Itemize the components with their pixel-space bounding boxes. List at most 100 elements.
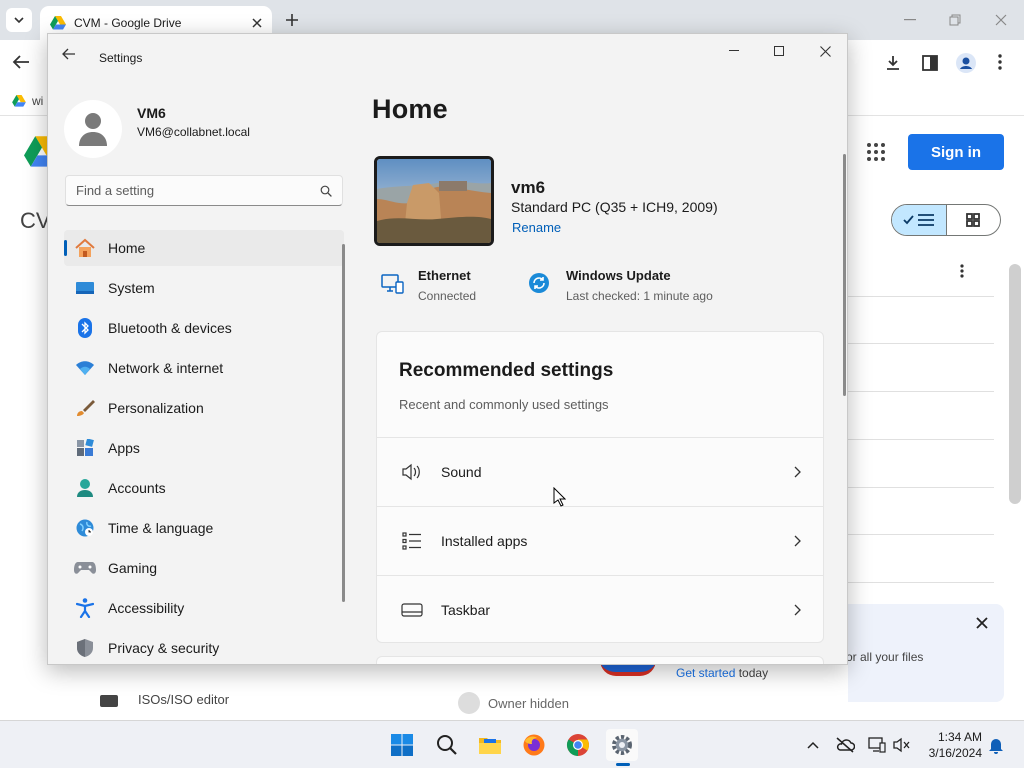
- close-tab-icon[interactable]: [252, 18, 262, 28]
- check-list-icon: [903, 214, 934, 226]
- nav-item-label: Personalization: [108, 400, 204, 416]
- drive-folder-title: CV: [20, 208, 51, 233]
- maximize-button[interactable]: [767, 42, 791, 60]
- settings-window: Settings VM6 VM6@collabnet.local Find a …: [47, 33, 848, 665]
- nav-item-label: Gaming: [108, 560, 158, 576]
- user-email: VM6@collabnet.local: [137, 125, 250, 139]
- sign-in-button[interactable]: Sign in: [908, 134, 1004, 170]
- file-explorer-folder-icon: [479, 738, 501, 754]
- nav-item-network[interactable]: Network & internet: [64, 350, 344, 386]
- promo-cta: Get started today: [676, 666, 768, 680]
- back-arrow-icon[interactable]: [12, 54, 30, 70]
- bookmark-item[interactable]: wi: [12, 94, 43, 108]
- volume-muted-icon[interactable]: [892, 735, 912, 755]
- browser-restore-button[interactable]: [945, 10, 965, 30]
- onedrive-offline-icon[interactable]: [835, 735, 855, 755]
- find-setting-search-input[interactable]: Find a setting: [65, 175, 343, 206]
- settings-taskbar-button[interactable]: [606, 729, 638, 761]
- recommended-item-label: Taskbar: [441, 602, 491, 618]
- chevron-right-icon: [794, 466, 801, 478]
- firefox-button[interactable]: [518, 729, 550, 761]
- network-monitor-icon[interactable]: [867, 735, 887, 755]
- drive-file-row-name[interactable]: ISOs/ISO editor: [100, 692, 229, 707]
- chevron-down-icon: [14, 17, 24, 24]
- browser-menu-kebab-icon[interactable]: [998, 54, 1002, 70]
- chrome-button[interactable]: [562, 729, 594, 761]
- google-drive-favicon-icon: [50, 16, 66, 30]
- file-explorer-button[interactable]: [474, 729, 506, 761]
- bookmark-label: wi: [32, 94, 44, 108]
- google-apps-grid-icon[interactable]: [867, 143, 885, 161]
- recommended-item-sound[interactable]: Sound: [377, 437, 823, 506]
- notification-bell-icon[interactable]: [986, 735, 1006, 755]
- promo-close-icon[interactable]: [975, 616, 989, 630]
- drive-scrollbar[interactable]: [1009, 264, 1021, 504]
- clock-time: 1:34 AM: [937, 730, 982, 744]
- user-avatar-icon: [79, 113, 107, 146]
- settings-title-bar: Settings: [48, 34, 847, 82]
- main-scrollbar[interactable]: [843, 154, 846, 396]
- search-icon: [437, 735, 457, 755]
- show-hidden-icons-chevron-up-icon[interactable]: [803, 735, 823, 755]
- user-account-card[interactable]: VM6 VM6@collabnet.local: [64, 100, 344, 158]
- windows-update-status[interactable]: Windows Update Last checked: 1 minute ag…: [528, 268, 788, 308]
- promo-cta-rest: today: [735, 666, 769, 680]
- network-icon: [74, 357, 96, 379]
- download-icon[interactable]: [884, 54, 902, 72]
- settings-gear-icon: [612, 735, 632, 755]
- side-panel-icon[interactable]: [922, 55, 938, 71]
- grid-icon: [966, 213, 981, 227]
- rename-link[interactable]: Rename: [512, 220, 561, 235]
- grid-view-button[interactable]: [947, 205, 1001, 235]
- accessibility-icon: [74, 597, 96, 619]
- nav-item-privacy-security[interactable]: Privacy & security: [64, 630, 344, 664]
- nav-scrollbar[interactable]: [342, 244, 345, 602]
- nav-item-system[interactable]: System: [64, 270, 344, 306]
- start-button[interactable]: [386, 729, 418, 761]
- drive-more-icon[interactable]: [960, 264, 964, 278]
- nav-item-time-language[interactable]: Time & language: [64, 510, 344, 546]
- nav-item-label: Network & internet: [108, 360, 224, 376]
- new-tab-button[interactable]: [282, 10, 302, 30]
- windows-update-sync-icon: [528, 272, 550, 294]
- list-view-button[interactable]: [892, 205, 947, 235]
- get-started-link[interactable]: Get started: [676, 666, 735, 680]
- back-arrow-icon[interactable]: [62, 48, 82, 68]
- search-placeholder: Find a setting: [76, 183, 155, 198]
- nav-item-home[interactable]: Home: [64, 230, 344, 266]
- gaming-icon: [74, 557, 96, 579]
- browser-minimize-button[interactable]: [900, 10, 920, 30]
- nav-item-apps[interactable]: Apps: [64, 430, 344, 466]
- nav-item-label: Privacy & security: [108, 640, 220, 656]
- nav-item-accessibility[interactable]: Accessibility: [64, 590, 344, 626]
- browser-close-button[interactable]: [991, 10, 1011, 30]
- nav-item-gaming[interactable]: Gaming: [64, 550, 344, 586]
- drive-row-divider: [848, 582, 994, 583]
- minimize-button[interactable]: [722, 42, 746, 60]
- profile-avatar-icon[interactable]: [956, 53, 976, 73]
- ethernet-status[interactable]: Ethernet Connected: [380, 268, 520, 308]
- mouse-cursor-icon: [553, 487, 566, 507]
- recommended-item-taskbar[interactable]: Taskbar: [377, 575, 823, 642]
- firefox-icon: [523, 734, 545, 756]
- user-name: VM6: [137, 105, 166, 121]
- taskbar-clock[interactable]: 1:34 AM 3/16/2024: [918, 729, 982, 761]
- windows-taskbar: 1:34 AM 3/16/2024: [0, 720, 1024, 768]
- accounts-icon: [74, 477, 96, 499]
- drive-row-divider: [848, 343, 994, 344]
- windows-update-last-checked: Last checked: 1 minute ago: [566, 289, 713, 303]
- close-button[interactable]: [813, 42, 837, 60]
- file-name: ISOs/ISO editor: [138, 692, 230, 707]
- tab-search-button[interactable]: [6, 8, 32, 32]
- nav-item-personalization[interactable]: Personalization: [64, 390, 344, 426]
- taskbar-search-button[interactable]: [431, 729, 463, 761]
- google-drive-bookmark-icon: [12, 95, 26, 107]
- nav-item-bluetooth[interactable]: Bluetooth & devices: [64, 310, 344, 346]
- home-icon: [74, 237, 96, 259]
- pc-name: vm6: [511, 178, 546, 197]
- nav-item-label: Bluetooth & devices: [108, 320, 232, 336]
- ethernet-state: Connected: [418, 289, 477, 303]
- recommended-settings-subtitle: Recent and commonly used settings: [399, 397, 609, 412]
- nav-item-accounts[interactable]: Accounts: [64, 470, 344, 506]
- recommended-item-installed-apps[interactable]: Installed apps: [377, 506, 823, 575]
